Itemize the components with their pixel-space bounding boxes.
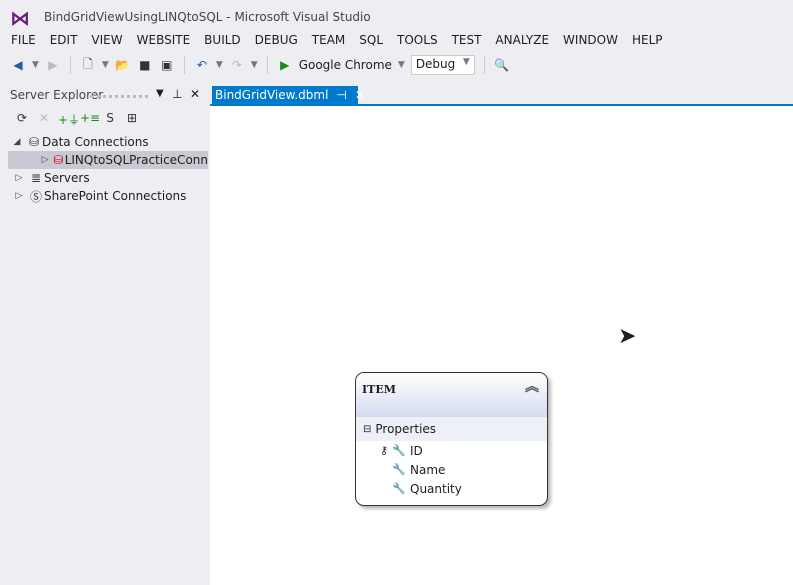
undo-icon[interactable]: ↶ [194, 58, 210, 72]
tab-label: BindGridView.dbml [215, 88, 329, 102]
sharepoint-icon: Ⓢ [29, 189, 42, 204]
tab-dbml[interactable]: BindGridView.dbml ⊣ ✕ [212, 86, 365, 105]
menu-analyze[interactable]: ANALYZE [488, 33, 556, 47]
primary-key-icon: ⚷ [380, 444, 389, 457]
wrench-icon: 🔧 [392, 463, 406, 476]
close-icon[interactable]: ✕ [190, 87, 200, 101]
entity-name: ITEM [362, 383, 396, 396]
property-row[interactable]: 🔧 Quantity [356, 479, 547, 498]
properties-section[interactable]: ⊟ Properties [356, 417, 547, 441]
entity-item[interactable]: ITEM ︽ ⊟ Properties ⚷ 🔧 ID 🔧 Name 🔧 Quantity [355, 372, 548, 506]
new-project-icon[interactable]: 🗋 [80, 55, 96, 76]
collapsed-arrow-icon[interactable]: ▷ [38, 155, 52, 165]
play-icon[interactable]: ▶ [277, 58, 293, 72]
separator [266, 56, 268, 74]
collapse-icon[interactable]: ︽ [525, 376, 539, 396]
separator [69, 56, 71, 74]
wrench-icon: 🔧 [392, 444, 406, 457]
menu-view[interactable]: VIEW [84, 33, 129, 47]
panel-menu-icon[interactable]: ▼ [156, 88, 164, 99]
menu-debug[interactable]: DEBUG [248, 33, 305, 47]
property-row[interactable]: ⚷ 🔧 ID [356, 441, 547, 460]
redo-icon[interactable]: ↷ [229, 58, 245, 72]
tree-item-sharepoint[interactable]: ▷ Ⓢ SharePoint Connections [0, 187, 208, 205]
server-tree: ◢ ⛁ Data Connections ▷ ⛁ LINQtoSQLPracticeCo… [0, 133, 208, 205]
property-row[interactable]: 🔧 Name [356, 460, 547, 479]
menu-window[interactable]: WINDOW [556, 33, 625, 47]
separator [483, 56, 485, 74]
menu-team[interactable]: TEAM [305, 33, 352, 47]
connect-server-icon[interactable]: +≡ [80, 111, 100, 128]
toolbar: ◀ ▼ ▶ 🗋 ▼ 📂 ■ ▣ ↶ ▼ ↷ ▼ ▶ Google Chrome ▼ Deb… [10, 55, 510, 75]
menu-file[interactable]: FILE [4, 33, 43, 47]
connect-sharepoint-icon[interactable]: S [102, 111, 118, 128]
close-tab-icon[interactable]: ✕ [355, 88, 365, 103]
database-icon: ⛁ [28, 135, 40, 149]
back-dropdown-icon[interactable]: ▼ [32, 60, 39, 70]
configuration-value: Debug [415, 57, 456, 71]
server-explorer-toolbar: ⟳ ✕ +⏚ +≡ S ⊞ [14, 111, 140, 128]
menu-sql[interactable]: SQL [352, 33, 390, 47]
undo-dropdown-icon[interactable]: ▼ [216, 60, 223, 70]
tree-item-data-connections[interactable]: ◢ ⛁ Data Connections [0, 133, 208, 151]
menu-help[interactable]: HELP [625, 33, 670, 47]
drag-handle[interactable] [90, 95, 148, 98]
back-icon[interactable]: ◀ [10, 58, 26, 72]
forward-icon[interactable]: ▶ [45, 58, 61, 72]
refresh-icon[interactable]: ⟳ [14, 111, 30, 128]
menu-website[interactable]: WEBSITE [130, 33, 198, 47]
save-icon[interactable]: ■ [137, 58, 153, 72]
pin-icon[interactable]: ⊥ [172, 87, 182, 101]
server-explorer-panel: Server Explorer ▼ ⊥ ✕ ⟳ ✕ +⏚ +≡ S ⊞ ◢ ⛁ Da… [0, 85, 208, 585]
new-dropdown-icon[interactable]: ▼ [102, 60, 109, 70]
expanded-arrow-icon[interactable]: ◢ [8, 137, 26, 147]
window-title: BindGridViewUsingLINQtoSQL - Microsoft V… [44, 10, 371, 24]
menu-build[interactable]: BUILD [197, 33, 247, 47]
dbml-designer-canvas[interactable]: ITEM ︽ ⊟ Properties ⚷ 🔧 ID 🔧 Name 🔧 Quantity [210, 104, 793, 585]
delete-icon[interactable]: ✕ [36, 111, 52, 128]
properties-icon[interactable]: ⊞ [124, 111, 140, 128]
collapsed-arrow-icon[interactable]: ▷ [10, 191, 28, 201]
database-error-icon: ⛁ [53, 153, 64, 167]
menu-edit[interactable]: EDIT [43, 33, 85, 47]
mouse-cursor-icon: ➤ [618, 324, 637, 349]
menu-bar: FILE EDIT VIEW WEBSITE BUILD DEBUG TEAM … [4, 33, 670, 47]
save-all-icon[interactable]: ▣ [159, 58, 175, 72]
menu-test[interactable]: TEST [445, 33, 489, 47]
tree-item-connection[interactable]: ▷ ⛁ LINQtoSQLPracticeConn [8, 151, 208, 169]
wrench-icon: 🔧 [392, 482, 406, 495]
run-target-button[interactable]: Google Chrome [299, 58, 392, 72]
visual-studio-logo-icon: ⋈ [10, 6, 30, 30]
connect-database-icon[interactable]: +⏚ [58, 111, 80, 128]
separator [183, 56, 185, 74]
collapse-section-icon[interactable]: ⊟ [363, 424, 371, 435]
open-file-icon[interactable]: 📂 [115, 58, 131, 72]
configuration-select[interactable]: Debug ▼ [410, 55, 475, 75]
find-icon[interactable]: 🔍 [494, 58, 510, 72]
chevron-down-icon: ▼ [462, 57, 470, 67]
server-icon: ≣ [30, 171, 42, 185]
tree-item-servers[interactable]: ▷ ≣ Servers [0, 169, 208, 187]
collapsed-arrow-icon[interactable]: ▷ [10, 173, 28, 183]
redo-dropdown-icon[interactable]: ▼ [251, 60, 258, 70]
entity-header[interactable]: ITEM ︽ [356, 373, 547, 417]
run-target-dropdown-icon[interactable]: ▼ [398, 60, 405, 70]
menu-tools[interactable]: TOOLS [390, 33, 445, 47]
pin-tab-icon[interactable]: ⊣ [336, 88, 346, 103]
